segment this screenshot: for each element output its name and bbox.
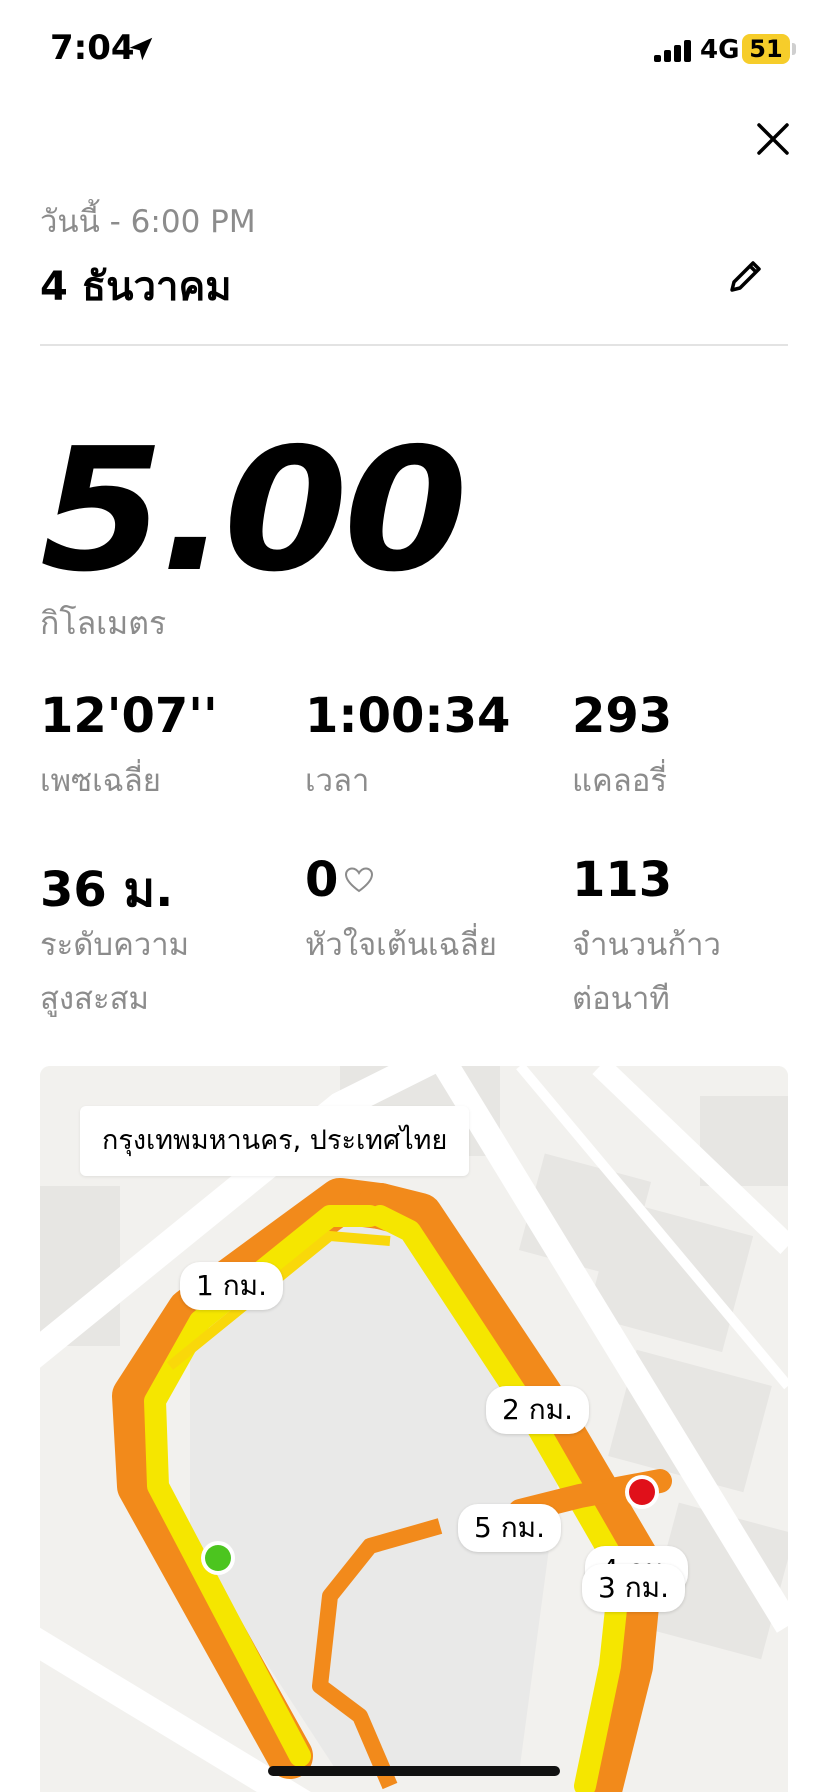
status-time: 7:04 <box>50 28 135 68</box>
battery-nub <box>792 43 796 55</box>
km-marker-1: 1 กม. <box>180 1262 284 1310</box>
avg-pace-label: เพซเฉลี่ย <box>40 763 161 799</box>
cadence-label: จำนวนก้าว <box>572 927 721 963</box>
home-indicator[interactable] <box>268 1766 560 1776</box>
elevation-value: 36 ม. <box>40 862 174 918</box>
elevation-label-line2: สูงสะสม <box>40 981 149 1017</box>
distance-unit: กิโลเมตร <box>40 604 167 642</box>
avg-pace-value: 12'07'' <box>40 688 218 744</box>
network-type: 4G <box>700 35 740 65</box>
activity-title: 4 ธันวาคม <box>40 264 232 310</box>
close-icon[interactable] <box>756 122 790 156</box>
map-location-label: กรุงเทพมหานคร, ประเทศไทย <box>80 1106 470 1176</box>
cadence-value: 113 <box>572 852 673 908</box>
heart-rate-value: 0 <box>305 852 339 908</box>
duration-label: เวลา <box>305 763 370 799</box>
calories-value: 293 <box>572 688 673 744</box>
km-marker-5: 5 กม. <box>458 1504 562 1552</box>
cadence-label-line2: ต่อนาที <box>572 981 670 1017</box>
signal-bars-icon <box>654 40 691 62</box>
calories-label: แคลอรี่ <box>572 763 667 799</box>
distance-value: 5.00 <box>40 412 468 610</box>
pencil-icon[interactable] <box>724 256 766 298</box>
location-arrow-icon <box>129 37 153 61</box>
km-marker-2: 2 กม. <box>486 1386 590 1434</box>
header-divider <box>40 344 788 346</box>
duration-value: 1:00:34 <box>305 688 511 744</box>
elevation-label: ระดับความ <box>40 927 190 963</box>
heart-rate-label: หัวใจเต้นเฉลี่ย <box>305 927 497 963</box>
km-marker-3: 3 กม. <box>582 1564 686 1612</box>
battery-level: 51 <box>742 34 790 64</box>
heart-icon <box>344 867 374 893</box>
activity-datetime: วันนี้ - 6:00 PM <box>40 204 256 240</box>
